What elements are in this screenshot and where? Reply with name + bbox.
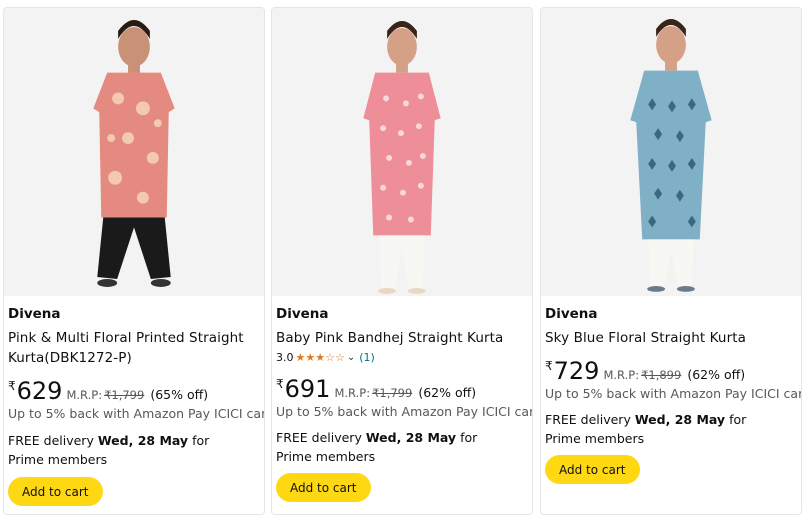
product-card[interactable]: Divena Pink & Multi Floral Printed Strai… — [3, 7, 265, 515]
brand-name: Divena — [545, 306, 598, 322]
review-count-link[interactable]: (1) — [359, 351, 375, 364]
kurta-model-image — [630, 19, 712, 292]
delivery-info: FREE delivery Wed, 28 May for Prime memb… — [545, 410, 785, 448]
price: 691 — [284, 375, 331, 403]
mrp-label: M.R.P: — [66, 388, 103, 402]
kurta-model-image — [363, 21, 441, 294]
product-title-link[interactable]: Pink & Multi Floral Printed Straight Kur… — [8, 328, 258, 368]
star-empty-icon: ☆ — [325, 350, 335, 364]
delivery-date: Wed, 28 May — [97, 433, 189, 448]
delivery-info: FREE delivery Wed, 28 May for Prime memb… — [276, 428, 516, 466]
mrp-label: M.R.P: — [334, 386, 371, 400]
star-full-icon: ★ — [295, 350, 306, 364]
cashback-offer: Up to 5% back with Amazon Pay ICICI card — [276, 404, 533, 419]
product-title-link[interactable]: Sky Blue Floral Straight Kurta — [545, 328, 795, 348]
rating-value: 3.0 — [276, 350, 294, 364]
mrp-value: ₹1,899 — [641, 368, 682, 382]
delivery-prefix: FREE delivery — [276, 430, 366, 445]
star-full-icon: ★ — [305, 350, 316, 364]
price-row: ₹ 691 M.R.P: ₹1,799 (62% off) — [276, 376, 476, 402]
brand-name: Divena — [276, 306, 329, 322]
kurta-model-image — [93, 20, 175, 287]
delivery-date: Wed, 28 May — [365, 430, 457, 445]
delivery-date: Wed, 28 May — [634, 412, 726, 427]
currency-symbol: ₹ — [276, 377, 284, 391]
product-card[interactable]: Divena Sky Blue Floral Straight Kurta ₹ … — [540, 7, 802, 515]
currency-symbol: ₹ — [8, 379, 16, 393]
mrp-label: M.R.P: — [603, 368, 640, 382]
add-to-cart-button[interactable]: Add to cart — [545, 455, 640, 484]
price: 729 — [553, 357, 600, 385]
price-row: ₹ 729 M.R.P: ₹1,899 (62% off) — [545, 358, 745, 384]
star-rating[interactable]: ★ ★ ★ ☆ ☆ — [296, 352, 345, 363]
brand-name: Divena — [8, 306, 61, 322]
product-image[interactable] — [541, 8, 801, 296]
product-image[interactable] — [272, 8, 532, 296]
delivery-info: FREE delivery Wed, 28 May for Prime memb… — [8, 431, 248, 469]
star-full-icon: ★ — [315, 350, 326, 364]
price-row: ₹ 629 M.R.P: ₹1,799 (65% off) — [8, 378, 208, 404]
cashback-offer: Up to 5% back with Amazon Pay ICICI card — [545, 386, 802, 401]
add-to-cart-button[interactable]: Add to cart — [276, 473, 371, 502]
delivery-prefix: FREE delivery — [8, 433, 98, 448]
star-empty-icon: ☆ — [335, 350, 345, 364]
mrp-value: ₹1,799 — [372, 386, 413, 400]
mrp-value: ₹1,799 — [104, 388, 145, 402]
currency-symbol: ₹ — [545, 359, 553, 373]
product-title-link[interactable]: Baby Pink Bandhej Straight Kurta — [276, 328, 526, 348]
product-card[interactable]: Divena Baby Pink Bandhej Straight Kurta … — [271, 7, 533, 515]
chevron-down-icon[interactable]: ⌄ — [347, 352, 355, 363]
price: 629 — [16, 377, 63, 405]
delivery-prefix: FREE delivery — [545, 412, 635, 427]
discount: (62% off) — [418, 385, 477, 400]
cashback-offer: Up to 5% back with Amazon Pay ICICI card — [8, 406, 265, 421]
discount: (65% off) — [150, 387, 209, 402]
product-image[interactable] — [4, 8, 264, 296]
discount: (62% off) — [687, 367, 746, 382]
add-to-cart-button[interactable]: Add to cart — [8, 477, 103, 506]
rating-row[interactable]: 3.0 ★ ★ ★ ☆ ☆ ⌄ (1) — [276, 350, 375, 364]
